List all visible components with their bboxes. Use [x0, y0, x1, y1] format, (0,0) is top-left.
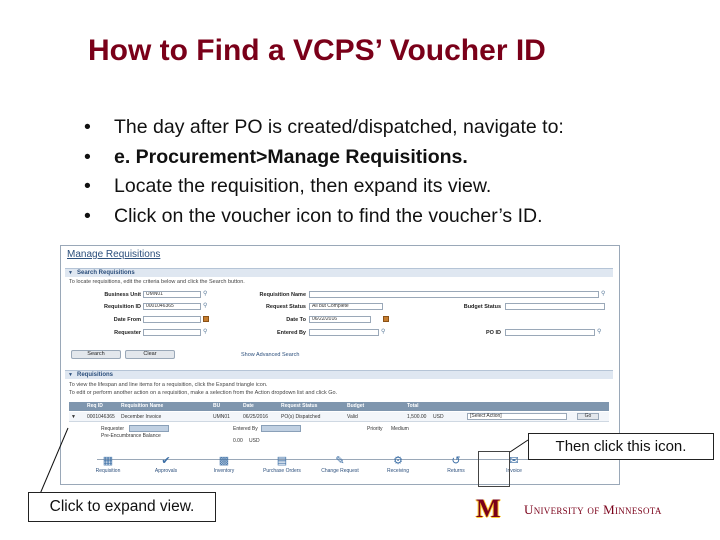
block-m-logo-icon: M	[476, 494, 501, 523]
left-leader-line	[39, 427, 69, 495]
callout-expand-view: Click to expand view.	[28, 492, 216, 522]
callout-click-icon: Then click this icon.	[528, 433, 714, 460]
university-name: University of Minnesota	[524, 502, 662, 517]
university-logo: M University of Minnesota	[476, 495, 716, 523]
right-leader-line	[509, 439, 529, 453]
